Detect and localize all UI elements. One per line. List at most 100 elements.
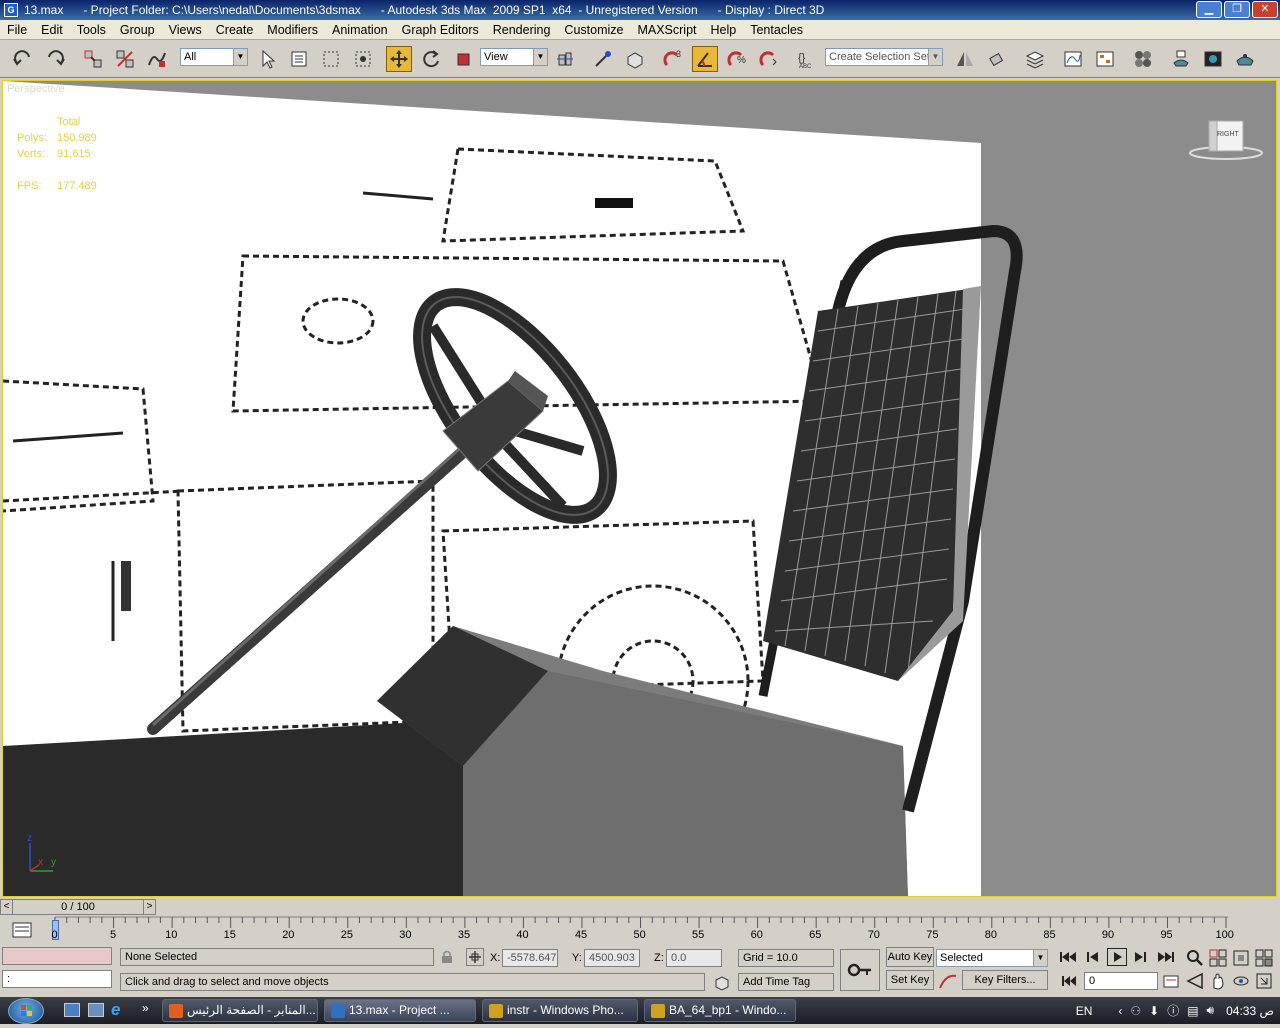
menu-file[interactable]: File bbox=[0, 23, 34, 37]
network-icon[interactable]: ▤ bbox=[1187, 1004, 1198, 1018]
select-by-name-icon[interactable] bbox=[286, 46, 312, 72]
viewport-label[interactable]: Perspective bbox=[7, 83, 64, 95]
zoom-extents-icon[interactable] bbox=[1232, 949, 1250, 967]
menu-create[interactable]: Create bbox=[209, 23, 261, 37]
snap-toggle-icon[interactable]: 3 bbox=[660, 46, 686, 72]
named-selection-set-dropdown[interactable]: Create Selection Set ▼ bbox=[825, 48, 943, 66]
select-rotate-icon[interactable] bbox=[418, 46, 444, 72]
zoom-extents-all-icon[interactable] bbox=[1255, 949, 1273, 967]
absolute-transform-icon[interactable] bbox=[466, 948, 484, 966]
unlink-icon[interactable] bbox=[112, 46, 138, 72]
volume-icon[interactable]: 🔊︎ bbox=[1207, 1003, 1215, 1018]
x-coord-field[interactable]: -5578.647 bbox=[502, 949, 558, 967]
set-key-button[interactable]: Set Key bbox=[886, 970, 934, 990]
angle-snap-icon[interactable] bbox=[692, 46, 718, 72]
previous-frame-icon[interactable] bbox=[1084, 949, 1104, 965]
align-icon[interactable] bbox=[984, 46, 1010, 72]
lock-selection-icon[interactable] bbox=[440, 950, 454, 964]
curve-editor-mini-icon[interactable] bbox=[12, 921, 32, 939]
maximize-viewport-icon[interactable] bbox=[1255, 972, 1273, 990]
window-crossing-icon[interactable] bbox=[350, 46, 376, 72]
menu-modifiers[interactable]: Modifiers bbox=[260, 23, 325, 37]
menu-graph-editors[interactable]: Graph Editors bbox=[395, 23, 486, 37]
network-user-icon[interactable]: ⚇ bbox=[1130, 1004, 1141, 1018]
start-button[interactable] bbox=[8, 998, 44, 1024]
key-mode-toggle-icon[interactable] bbox=[1060, 973, 1078, 989]
time-tag-icon[interactable] bbox=[714, 975, 730, 991]
pan-view-icon[interactable] bbox=[1209, 972, 1227, 990]
zoom-all-icon[interactable] bbox=[1209, 949, 1227, 967]
redo-icon[interactable] bbox=[42, 46, 68, 72]
set-keys-button[interactable] bbox=[840, 949, 880, 991]
time-configuration-icon[interactable] bbox=[1162, 972, 1180, 990]
minimize-button[interactable]: ▁ bbox=[1196, 1, 1222, 18]
edit-named-selections-icon[interactable]: {} ABC bbox=[794, 46, 820, 72]
layer-manager-icon[interactable] bbox=[1022, 46, 1048, 72]
link-icon[interactable] bbox=[80, 46, 106, 72]
rendered-frame-window-icon[interactable] bbox=[1200, 46, 1226, 72]
select-scale-icon[interactable] bbox=[450, 46, 476, 72]
menu-views[interactable]: Views bbox=[162, 23, 209, 37]
undo-icon[interactable] bbox=[10, 46, 36, 72]
internet-explorer-icon[interactable]: e bbox=[111, 1001, 129, 1019]
menu-tools[interactable]: Tools bbox=[70, 23, 113, 37]
language-indicator[interactable]: EN bbox=[1076, 1004, 1093, 1018]
menu-customize[interactable]: Customize bbox=[557, 23, 630, 37]
percent-snap-icon[interactable]: % bbox=[724, 46, 750, 72]
close-button[interactable]: ✕ bbox=[1252, 1, 1278, 18]
auto-key-button[interactable]: Auto Key bbox=[886, 947, 934, 967]
spinner-snap-icon[interactable] bbox=[756, 46, 782, 72]
download-icon[interactable]: ⬇ bbox=[1149, 1004, 1159, 1018]
maximize-button[interactable]: ❐ bbox=[1224, 1, 1250, 18]
track-bar[interactable]: 0 5 10 15 20 25 30 35 40 45 50 55 60 65 70 75 80 85 90 95 10… bbox=[0, 916, 1280, 944]
time-slider[interactable]: < 0 / 100 > bbox=[0, 899, 156, 915]
key-mode-dropdown[interactable]: Selected ▼ bbox=[936, 949, 1048, 967]
bind-space-warp-icon[interactable] bbox=[144, 46, 170, 72]
default-in-out-tangents-icon[interactable] bbox=[938, 972, 958, 990]
maxscript-mini-listener[interactable]: : bbox=[2, 970, 112, 988]
next-frame-icon[interactable] bbox=[1130, 949, 1150, 965]
select-move-icon[interactable] bbox=[386, 46, 412, 72]
switch-windows-icon[interactable] bbox=[88, 1003, 104, 1017]
task-photo-viewer-instr[interactable]: instr - Windows Pho... bbox=[482, 999, 638, 1022]
tray-expand-icon[interactable]: ‹ bbox=[1118, 1004, 1122, 1018]
current-frame-field[interactable]: 0 bbox=[1084, 972, 1158, 990]
menu-group[interactable]: Group bbox=[113, 23, 162, 37]
render-setup-icon[interactable] bbox=[1168, 46, 1194, 72]
material-editor-icon[interactable] bbox=[1130, 46, 1156, 72]
rect-selection-region-icon[interactable] bbox=[318, 46, 344, 72]
play-icon[interactable] bbox=[1107, 948, 1127, 966]
go-to-start-icon[interactable] bbox=[1058, 949, 1078, 965]
menu-edit[interactable]: Edit bbox=[34, 23, 70, 37]
key-filters-button[interactable]: Key Filters... bbox=[962, 970, 1048, 990]
select-object-icon[interactable] bbox=[254, 46, 280, 72]
orbit-icon[interactable] bbox=[1232, 972, 1250, 990]
selection-filter-dropdown[interactable]: All ▼ bbox=[180, 48, 248, 66]
menu-help[interactable]: Help bbox=[704, 23, 744, 37]
task-3dsmax[interactable]: 13.max - Project ... bbox=[324, 999, 476, 1022]
curve-editor-icon[interactable] bbox=[1060, 46, 1086, 72]
time-slider-next-button[interactable]: > bbox=[143, 900, 155, 914]
y-coord-field[interactable]: 4500.903 bbox=[584, 949, 640, 967]
pivot-center-icon[interactable] bbox=[552, 46, 578, 72]
keyboard-shortcut-icon[interactable] bbox=[622, 46, 648, 72]
3dsmax-app-icon[interactable]: G bbox=[4, 3, 18, 17]
z-coord-field[interactable]: 0.0 bbox=[666, 949, 722, 967]
maxscript-mini-listener-top[interactable] bbox=[2, 947, 112, 965]
menu-animation[interactable]: Animation bbox=[325, 23, 395, 37]
menu-maxscript[interactable]: MAXScript bbox=[630, 23, 703, 37]
clock[interactable]: 04:33 ص bbox=[1226, 1004, 1274, 1018]
field-of-view-icon[interactable] bbox=[1186, 972, 1204, 990]
info-icon[interactable]: ⓘ bbox=[1167, 1002, 1179, 1019]
zoom-icon[interactable] bbox=[1186, 949, 1204, 967]
menu-tentacles[interactable]: Tentacles bbox=[743, 23, 810, 37]
mirror-icon[interactable] bbox=[952, 46, 978, 72]
time-slider-prev-button[interactable]: < bbox=[1, 900, 13, 914]
add-time-tag[interactable]: Add Time Tag bbox=[738, 973, 834, 991]
reference-coordinate-dropdown[interactable]: View ▼ bbox=[480, 48, 548, 66]
quick-render-icon[interactable] bbox=[1232, 46, 1258, 72]
task-firefox[interactable]: المنابر - الصفحة الرئيس... bbox=[162, 999, 318, 1022]
task-photo-viewer-ba64[interactable]: BA_64_bp1 - Windo... bbox=[644, 999, 796, 1022]
quick-launch-overflow-icon[interactable]: » bbox=[142, 1001, 149, 1015]
schematic-view-icon[interactable] bbox=[1092, 46, 1118, 72]
